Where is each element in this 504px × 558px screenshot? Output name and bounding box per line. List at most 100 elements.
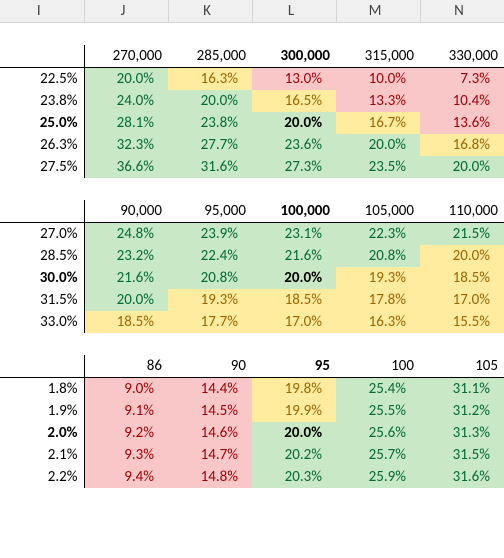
sensitivity-row-label[interactable]: 1.9% (0, 400, 84, 422)
cell-blank[interactable] (168, 488, 252, 510)
sensitivity-cell[interactable]: 9.0% (84, 377, 168, 400)
sensitivity-cell[interactable]: 20.2% (252, 444, 336, 466)
cell-blank[interactable] (252, 178, 336, 200)
sensitivity-cell[interactable]: 16.3% (336, 311, 420, 333)
cell-blank[interactable] (336, 23, 420, 45)
sensitivity-cell[interactable]: 18.5% (252, 289, 336, 311)
sensitivity-col-header[interactable]: 100 (336, 355, 420, 378)
cell-blank[interactable] (336, 178, 420, 200)
cell-blank[interactable] (252, 23, 336, 45)
sensitivity-col-header[interactable]: 90 (168, 355, 252, 378)
sensitivity-cell[interactable]: 17.0% (420, 289, 504, 311)
sensitivity-cell[interactable]: 27.7% (168, 134, 252, 156)
sensitivity-cell[interactable]: 20.0% (420, 156, 504, 178)
cell-blank[interactable] (420, 488, 504, 510)
sensitivity-cell[interactable]: 19.3% (168, 289, 252, 311)
sensitivity-col-header[interactable]: 86 (84, 355, 168, 378)
sensitivity-cell[interactable]: 23.8% (168, 112, 252, 134)
sensitivity-col-header[interactable]: 110,000 (420, 200, 504, 223)
sensitivity-cell[interactable]: 25.5% (336, 400, 420, 422)
sensitivity-corner[interactable] (0, 45, 84, 68)
sensitivity-cell[interactable]: 17.0% (252, 311, 336, 333)
sensitivity-cell[interactable]: 9.2% (84, 422, 168, 444)
sensitivity-col-header[interactable]: 330,000 (420, 45, 504, 68)
sensitivity-row-label[interactable]: 31.5% (0, 289, 84, 311)
sensitivity-cell[interactable]: 19.8% (252, 377, 336, 400)
sensitivity-cell[interactable]: 24.8% (84, 222, 168, 245)
sensitivity-row-label[interactable]: 2.1% (0, 444, 84, 466)
sensitivity-col-header[interactable]: 315,000 (336, 45, 420, 68)
sensitivity-cell[interactable]: 10.4% (420, 90, 504, 112)
sensitivity-cell[interactable]: 20.0% (168, 90, 252, 112)
sensitivity-cell[interactable]: 25.6% (336, 422, 420, 444)
col-header-M[interactable]: M (336, 0, 420, 23)
cell-blank[interactable] (420, 23, 504, 45)
sensitivity-row-label[interactable]: 2.2% (0, 466, 84, 488)
sensitivity-cell[interactable]: 31.3% (420, 422, 504, 444)
sensitivity-cell[interactable]: 16.3% (168, 67, 252, 90)
sensitivity-col-header[interactable]: 100,000 (252, 200, 336, 223)
sensitivity-cell[interactable]: 20.0% (84, 289, 168, 311)
sensitivity-cell[interactable]: 13.0% (252, 67, 336, 90)
sensitivity-cell[interactable]: 21.6% (252, 245, 336, 267)
sensitivity-cell[interactable]: 25.9% (336, 466, 420, 488)
sensitivity-cell[interactable]: 31.6% (168, 156, 252, 178)
sensitivity-cell[interactable]: 31.1% (420, 377, 504, 400)
sensitivity-col-header[interactable]: 105,000 (336, 200, 420, 223)
cell-blank[interactable] (420, 333, 504, 355)
cell-blank[interactable] (84, 333, 168, 355)
sensitivity-cell[interactable]: 14.6% (168, 422, 252, 444)
sensitivity-cell[interactable]: 23.2% (84, 245, 168, 267)
sensitivity-row-label[interactable]: 2.0% (0, 422, 84, 444)
sensitivity-cell[interactable]: 18.5% (84, 311, 168, 333)
cell-blank[interactable] (84, 488, 168, 510)
sensitivity-row-label[interactable]: 27.0% (0, 222, 84, 245)
sensitivity-cell[interactable]: 20.0% (252, 267, 336, 289)
sensitivity-cell[interactable]: 13.6% (420, 112, 504, 134)
sensitivity-cell[interactable]: 25.7% (336, 444, 420, 466)
sensitivity-row-label[interactable]: 26.3% (0, 134, 84, 156)
sensitivity-cell[interactable]: 10.0% (336, 67, 420, 90)
sensitivity-row-label[interactable]: 22.5% (0, 67, 84, 90)
sensitivity-corner[interactable] (0, 355, 84, 378)
sensitivity-cell[interactable]: 23.1% (252, 222, 336, 245)
sensitivity-cell[interactable]: 20.0% (252, 112, 336, 134)
sensitivity-cell[interactable]: 31.2% (420, 400, 504, 422)
sensitivity-cell[interactable]: 25.4% (336, 377, 420, 400)
cell-blank[interactable] (168, 333, 252, 355)
sensitivity-cell[interactable]: 16.5% (252, 90, 336, 112)
sensitivity-row-label[interactable]: 1.8% (0, 377, 84, 400)
sensitivity-cell[interactable]: 13.3% (336, 90, 420, 112)
sensitivity-cell[interactable]: 7.3% (420, 67, 504, 90)
col-header-L[interactable]: L (252, 0, 336, 23)
sensitivity-cell[interactable]: 36.6% (84, 156, 168, 178)
sensitivity-cell[interactable]: 18.5% (420, 267, 504, 289)
sensitivity-cell[interactable]: 20.0% (252, 422, 336, 444)
sensitivity-row-label[interactable]: 23.8% (0, 90, 84, 112)
sensitivity-row-label[interactable]: 28.5% (0, 245, 84, 267)
sensitivity-col-header[interactable]: 105 (420, 355, 504, 378)
sensitivity-col-header[interactable]: 95 (252, 355, 336, 378)
sensitivity-cell[interactable]: 21.5% (420, 222, 504, 245)
sensitivity-col-header[interactable]: 300,000 (252, 45, 336, 68)
cell-blank[interactable] (420, 178, 504, 200)
sensitivity-cell[interactable]: 17.8% (336, 289, 420, 311)
cell-blank[interactable] (336, 488, 420, 510)
sensitivity-col-header[interactable]: 285,000 (168, 45, 252, 68)
sensitivity-cell[interactable]: 14.7% (168, 444, 252, 466)
cell-blank[interactable] (0, 178, 84, 200)
sensitivity-cell[interactable]: 14.4% (168, 377, 252, 400)
sensitivity-row-label[interactable]: 25.0% (0, 112, 84, 134)
cell-blank[interactable] (168, 23, 252, 45)
sensitivity-cell[interactable]: 14.8% (168, 466, 252, 488)
sensitivity-row-label[interactable]: 27.5% (0, 156, 84, 178)
sensitivity-cell[interactable]: 20.0% (336, 134, 420, 156)
spreadsheet-grid[interactable]: I J K L M N 270,000285,000300,000315,000… (0, 0, 504, 510)
col-header-K[interactable]: K (168, 0, 252, 23)
col-header-N[interactable]: N (420, 0, 504, 23)
sensitivity-cell[interactable]: 22.3% (336, 222, 420, 245)
sensitivity-cell[interactable]: 9.4% (84, 466, 168, 488)
cell-blank[interactable] (336, 333, 420, 355)
sensitivity-cell[interactable]: 19.3% (336, 267, 420, 289)
sensitivity-cell[interactable]: 23.9% (168, 222, 252, 245)
